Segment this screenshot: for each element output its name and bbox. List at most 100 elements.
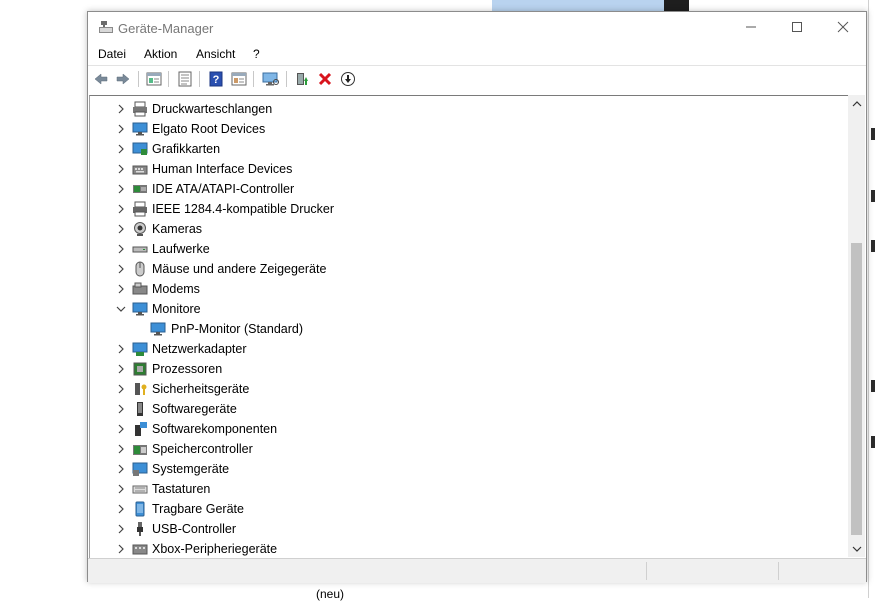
tree-item-label: Grafikkarten	[152, 142, 221, 156]
window-title: Geräte-Manager	[118, 21, 214, 36]
show-hidden-button[interactable]	[145, 70, 163, 88]
tree-category[interactable]: Softwaregeräte	[90, 399, 840, 419]
modem-icon	[132, 282, 148, 295]
svg-text:?: ?	[213, 74, 220, 86]
chevron-right-icon[interactable]	[114, 202, 128, 216]
tree-item-label: Prozessoren	[152, 362, 223, 376]
display-adapter-icon	[132, 142, 148, 155]
chevron-right-icon[interactable]	[114, 342, 128, 356]
printer-queue-icon	[133, 101, 147, 117]
chevron-down-icon	[852, 546, 861, 552]
toolbar-separator	[138, 71, 139, 87]
tree-category[interactable]: Kameras	[90, 219, 840, 239]
chevron-right-icon[interactable]	[114, 162, 128, 176]
tree-category[interactable]: Prozessoren	[90, 359, 840, 379]
tree-item-label: Elgato Root Devices	[152, 122, 266, 136]
tree-item-label: PnP-Monitor (Standard)	[171, 322, 304, 336]
menu-ansicht[interactable]: Ansicht	[196, 47, 235, 61]
chevron-right-icon[interactable]	[114, 422, 128, 436]
tree-item-label: Netzwerkadapter	[152, 342, 247, 356]
tree-category[interactable]: Tragbare Geräte	[90, 499, 840, 519]
chevron-right-icon[interactable]	[114, 522, 128, 536]
tree-category[interactable]: Monitore	[90, 299, 840, 319]
properties-button[interactable]	[176, 70, 194, 88]
chevron-right-icon[interactable]	[114, 502, 128, 516]
software-device-icon	[137, 402, 143, 416]
tree-item-label: Kameras	[152, 222, 203, 236]
scan-hardware-icon	[262, 72, 279, 86]
monitor-icon	[132, 122, 148, 136]
tree-category[interactable]: IEEE 1284.4-kompatible Drucker	[90, 199, 840, 219]
chevron-right-icon[interactable]	[114, 402, 128, 416]
tree-category[interactable]: Tastaturen	[90, 479, 840, 499]
tree-item-label: Tastaturen	[152, 482, 211, 496]
chevron-right-icon[interactable]	[114, 282, 128, 296]
chevron-right-icon[interactable]	[114, 262, 128, 276]
monitor-icon	[132, 302, 148, 316]
scroll-thumb[interactable]	[851, 243, 862, 535]
tree-item-label: IEEE 1284.4-kompatible Drucker	[152, 202, 335, 216]
tree-item-label: Tragbare Geräte	[152, 502, 244, 516]
chevron-right-icon[interactable]	[114, 482, 128, 496]
scan-hardware-button[interactable]	[262, 70, 280, 88]
keyboard-icon	[132, 485, 148, 494]
tree-category[interactable]: USB-Controller	[90, 519, 840, 539]
tree-category[interactable]: Laufwerke	[90, 239, 840, 259]
tree-category[interactable]: Elgato Root Devices	[90, 119, 840, 139]
back-button[interactable]	[92, 70, 110, 88]
title-bar[interactable]: Geräte-Manager	[88, 12, 866, 44]
chevron-right-icon[interactable]	[114, 182, 128, 196]
chevron-right-icon[interactable]	[114, 462, 128, 476]
forward-icon	[116, 73, 130, 85]
tree-category[interactable]: IDE ATA/ATAPI-Controller	[90, 179, 840, 199]
system-device-icon	[132, 462, 148, 476]
tree-category[interactable]: Softwarekomponenten	[90, 419, 840, 439]
minimize-button[interactable]	[728, 12, 774, 42]
tree-item-label: Mäuse und andere Zeigegeräte	[152, 262, 327, 276]
update-driver-button[interactable]	[293, 70, 311, 88]
chevron-right-icon[interactable]	[114, 242, 128, 256]
tree-child-item[interactable]: PnP-Monitor (Standard)	[90, 319, 840, 339]
menu-aktion[interactable]: Aktion	[144, 47, 177, 61]
xbox-icon	[132, 544, 148, 555]
tree-category[interactable]: Speichercontroller	[90, 439, 840, 459]
chevron-right-icon[interactable]	[114, 382, 128, 396]
scroll-up-button[interactable]	[848, 95, 865, 112]
vertical-scrollbar[interactable]	[848, 95, 865, 557]
chevron-down-icon[interactable]	[114, 302, 128, 316]
tree-category[interactable]: Modems	[90, 279, 840, 299]
software-component-icon	[135, 422, 147, 436]
processor-icon	[133, 362, 147, 376]
tree-category[interactable]: Grafikkarten	[90, 139, 840, 159]
tree-category[interactable]: Mäuse und andere Zeigegeräte	[90, 259, 840, 279]
tree-category[interactable]: Druckwarteschlangen	[90, 99, 840, 119]
chevron-right-icon[interactable]	[114, 362, 128, 376]
menu-help[interactable]: ?	[253, 47, 260, 61]
disable-button[interactable]	[339, 70, 357, 88]
tree-category[interactable]: Systemgeräte	[90, 459, 840, 479]
menu-datei[interactable]: Datei	[98, 47, 126, 61]
forward-button[interactable]	[114, 70, 132, 88]
chevron-right-icon[interactable]	[114, 122, 128, 136]
status-bar	[88, 558, 866, 583]
chevron-right-icon[interactable]	[114, 222, 128, 236]
chevron-right-icon[interactable]	[114, 442, 128, 456]
help-icon: ?	[209, 71, 223, 87]
help-button[interactable]: ?	[207, 70, 225, 88]
tree-category[interactable]: Xbox-Peripheriegeräte	[90, 539, 840, 558]
view-button[interactable]	[230, 70, 248, 88]
chevron-right-icon[interactable]	[114, 102, 128, 116]
toolbar-separator	[253, 71, 254, 87]
toolbar-separator	[168, 71, 169, 87]
device-manager-window: Geräte-Manager Datei Aktion Ansicht ? ? …	[87, 11, 867, 583]
scroll-down-button[interactable]	[848, 540, 865, 557]
tree-category[interactable]: Netzwerkadapter	[90, 339, 840, 359]
chevron-right-icon[interactable]	[114, 142, 128, 156]
maximize-button[interactable]	[774, 12, 820, 42]
close-button[interactable]	[820, 12, 866, 42]
close-icon	[837, 21, 849, 33]
tree-category[interactable]: Human Interface Devices	[90, 159, 840, 179]
tree-category[interactable]: Sicherheitsgeräte	[90, 379, 840, 399]
chevron-right-icon[interactable]	[114, 542, 128, 556]
uninstall-button[interactable]	[316, 70, 334, 88]
